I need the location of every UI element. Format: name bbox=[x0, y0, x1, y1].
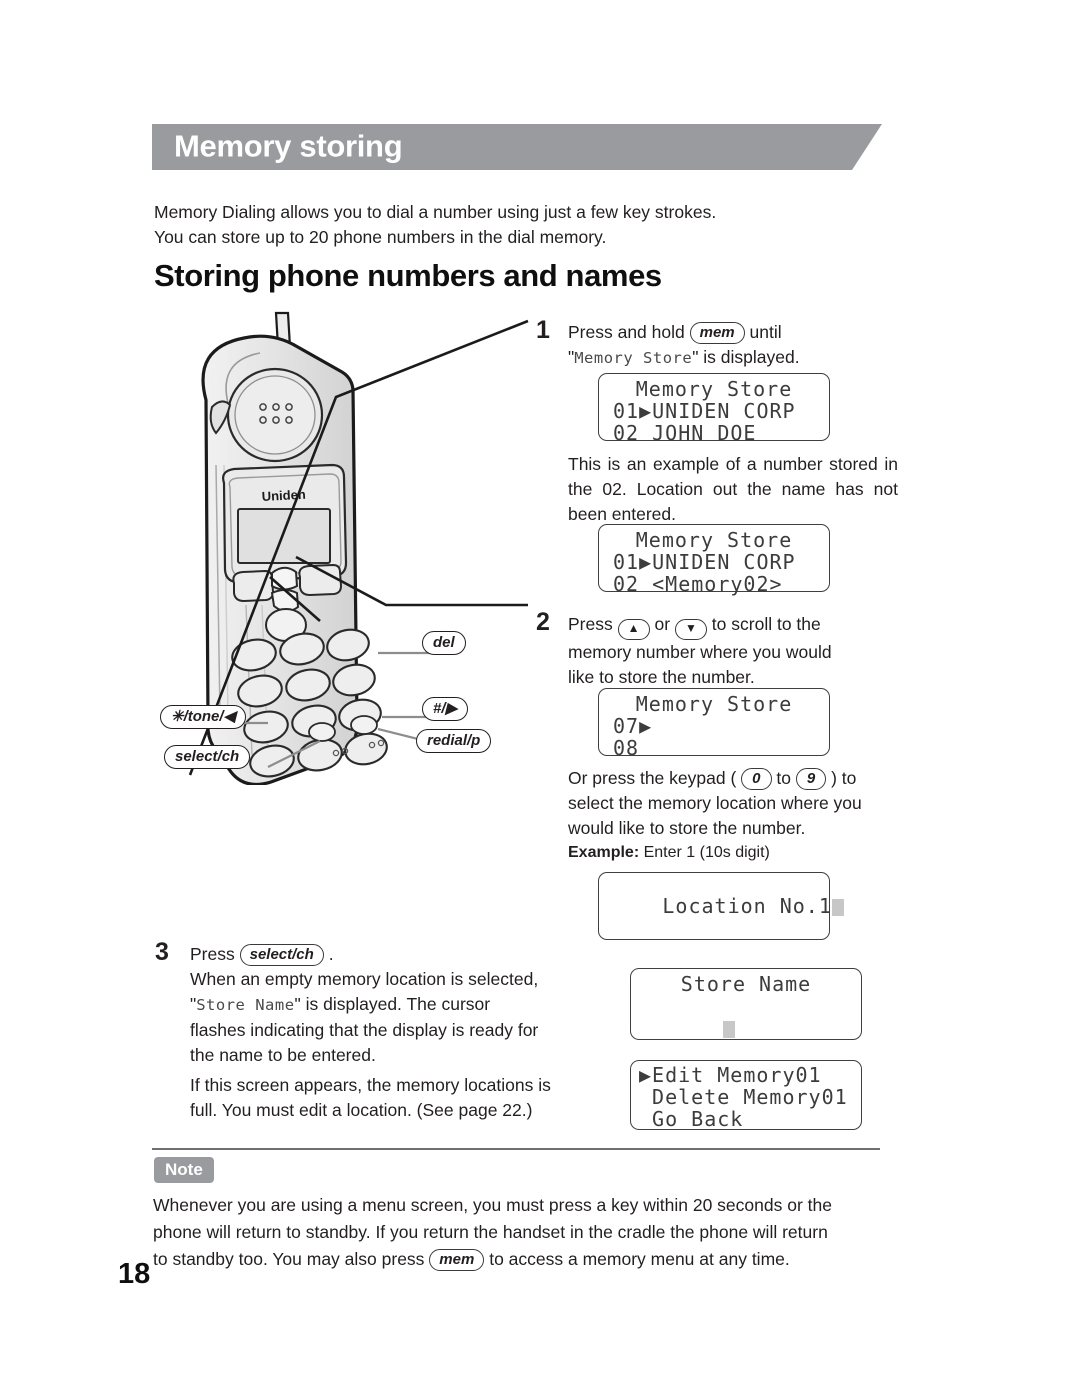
step-2-keypad-post: ) to bbox=[831, 768, 857, 788]
lcd-row-cursor bbox=[645, 995, 861, 1061]
step-2-line2: memory number where you would bbox=[568, 642, 832, 662]
step-3-quote-close: " is displayed. The cursor bbox=[294, 994, 491, 1014]
cursor-block bbox=[723, 1021, 736, 1038]
step-2-keypad-text: Or press the keypad ( 0 to 9 ) to select… bbox=[568, 766, 900, 841]
note-line-3a: to standby too. You may also press bbox=[153, 1249, 425, 1269]
lcd-row: ▶Edit Memory01 bbox=[639, 1063, 822, 1087]
callout-hash-right: #/▶ bbox=[422, 697, 469, 721]
note-text: Whenever you are using a menu screen, yo… bbox=[153, 1192, 893, 1273]
lcd-store-name: Store Name bbox=[630, 968, 862, 1040]
lcd-memory-store-uniden-john: Memory Store 01▶UNIDEN CORP 02 JOHN DOE bbox=[598, 373, 830, 445]
step-3-p2-line1: If this screen appears, the memory locat… bbox=[190, 1075, 551, 1095]
step-2-or: or bbox=[654, 614, 671, 634]
example-label: Example: bbox=[568, 844, 640, 861]
callout-select-ch: select/ch bbox=[164, 745, 251, 769]
key-0[interactable]: 0 bbox=[741, 768, 772, 790]
lcd-row: 02 <Memory02> bbox=[613, 572, 783, 596]
step-2-text: Press ▲ or ▼ to scroll to the memory num… bbox=[568, 612, 900, 690]
step-1-number: 1 bbox=[536, 316, 550, 344]
step-2-keypad-pre: Or press the keypad ( bbox=[568, 768, 737, 788]
intro-line-1: Memory Dialing allows you to dial a numb… bbox=[154, 202, 717, 222]
step-1-text: Press and hold mem until "Memory Store" … bbox=[568, 320, 908, 371]
step-2-keypad-line3: would like to store the number. bbox=[568, 818, 806, 838]
lcd-row: Memory Store bbox=[635, 377, 793, 401]
lcd-row: 08 bbox=[613, 736, 640, 760]
note-badge: Note bbox=[154, 1157, 214, 1183]
lcd-location-no: Location No.1 bbox=[598, 872, 844, 940]
lcd-row: 01▶UNIDEN CORP bbox=[613, 550, 796, 574]
step-1-quote-close: " is displayed. bbox=[692, 347, 800, 367]
down-arrow-key[interactable]: ▼ bbox=[674, 619, 707, 640]
intro-paragraph: Memory Dialing allows you to dial a numb… bbox=[154, 200, 874, 250]
lcd-memory-store-07-08: Memory Store 07▶ 08 bbox=[598, 688, 830, 760]
manual-page: Memory storing Memory Dialing allows you… bbox=[0, 0, 1080, 1386]
callout-redial-p: redial/p bbox=[416, 729, 492, 753]
page-title: Memory storing bbox=[174, 128, 403, 164]
note-line-3b: to access a memory menu at any time. bbox=[489, 1249, 790, 1269]
step-1-note-paragraph: This is an example of a number stored in… bbox=[568, 454, 898, 524]
lcd-row: Delete Memory01 bbox=[639, 1085, 848, 1109]
note-line-1: Whenever you are using a menu screen, yo… bbox=[153, 1195, 832, 1215]
step-3-p2-line2: full. You must edit a location. (See pag… bbox=[190, 1100, 533, 1120]
step-3-line4: flashes indicating that the display is r… bbox=[190, 1020, 539, 1040]
step-3-lcd-ref: Store Name bbox=[196, 996, 295, 1014]
lcd-row: 07▶ bbox=[613, 714, 653, 738]
step-2-press: Press bbox=[568, 614, 613, 634]
lcd-row: 02 JOHN DOE bbox=[613, 421, 757, 445]
note-divider bbox=[152, 1148, 880, 1150]
step-2-number: 2 bbox=[536, 608, 550, 636]
step-2-line3: like to store the number. bbox=[568, 667, 755, 687]
lcd-row: Memory Store bbox=[635, 528, 793, 552]
page-number: 18 bbox=[118, 1258, 151, 1290]
step-3-period: . bbox=[328, 944, 334, 964]
section-banner: Memory storing bbox=[152, 124, 882, 170]
key-9[interactable]: 9 bbox=[795, 768, 827, 790]
step-2-keypad-to: to bbox=[776, 768, 791, 788]
step-3-paragraph-2: If this screen appears, the memory locat… bbox=[190, 1073, 610, 1123]
cursor-block bbox=[831, 899, 844, 916]
step-2-keypad-line2: select the memory location where you bbox=[568, 793, 862, 813]
select-ch-key-pill[interactable]: select/ch bbox=[239, 944, 324, 966]
handset-illustration: Uniden del #/▶ ✳/tone/◀ redial/p select/… bbox=[150, 305, 530, 786]
note-line-2: phone will return to standby. If you ret… bbox=[153, 1222, 828, 1242]
callout-del: del bbox=[422, 631, 466, 655]
step-2-tail: to scroll to the bbox=[711, 614, 821, 634]
lcd-row: Go Back bbox=[639, 1107, 744, 1131]
example-line: Example: Enter 1 (10s digit) bbox=[568, 844, 770, 862]
up-arrow-key[interactable]: ▲ bbox=[617, 619, 650, 640]
lcd-edit-delete-goback: ▶Edit Memory01 Delete Memory01 Go Back bbox=[630, 1060, 862, 1130]
lcd-location-text: Location No.1 bbox=[662, 894, 832, 918]
lcd-memory-store-uniden-memory02: Memory Store 01▶UNIDEN CORP 02 <Memory02… bbox=[598, 524, 830, 596]
mem-key-pill-note[interactable]: mem bbox=[429, 1249, 485, 1271]
step-1-text-before: Press and hold bbox=[568, 322, 685, 342]
lcd-row: 01▶UNIDEN CORP bbox=[613, 399, 796, 423]
step-3-number: 3 bbox=[155, 938, 169, 966]
step-3-press: Press bbox=[190, 944, 235, 964]
step-3-text: Press select/ch . When an empty memory l… bbox=[190, 942, 602, 1068]
step-1-text-after: until bbox=[749, 322, 782, 342]
intro-line-2: You can store up to 20 phone numbers in … bbox=[154, 227, 607, 247]
lcd-row: Store Name bbox=[680, 972, 812, 996]
callout-star-tone-left: ✳/tone/◀ bbox=[160, 705, 247, 729]
mem-key-pill[interactable]: mem bbox=[689, 322, 745, 344]
step-1-lcd-ref: Memory Store bbox=[574, 349, 693, 367]
step-3-line2: When an empty memory location is selecte… bbox=[190, 969, 539, 989]
step-3-line5: the name to be entered. bbox=[190, 1045, 376, 1065]
example-value: Enter 1 (10s digit) bbox=[643, 844, 770, 861]
section-heading: Storing phone numbers and names bbox=[154, 258, 662, 293]
lcd-row: Memory Store bbox=[635, 692, 793, 716]
lcd-row: Location No.1 bbox=[584, 873, 844, 939]
